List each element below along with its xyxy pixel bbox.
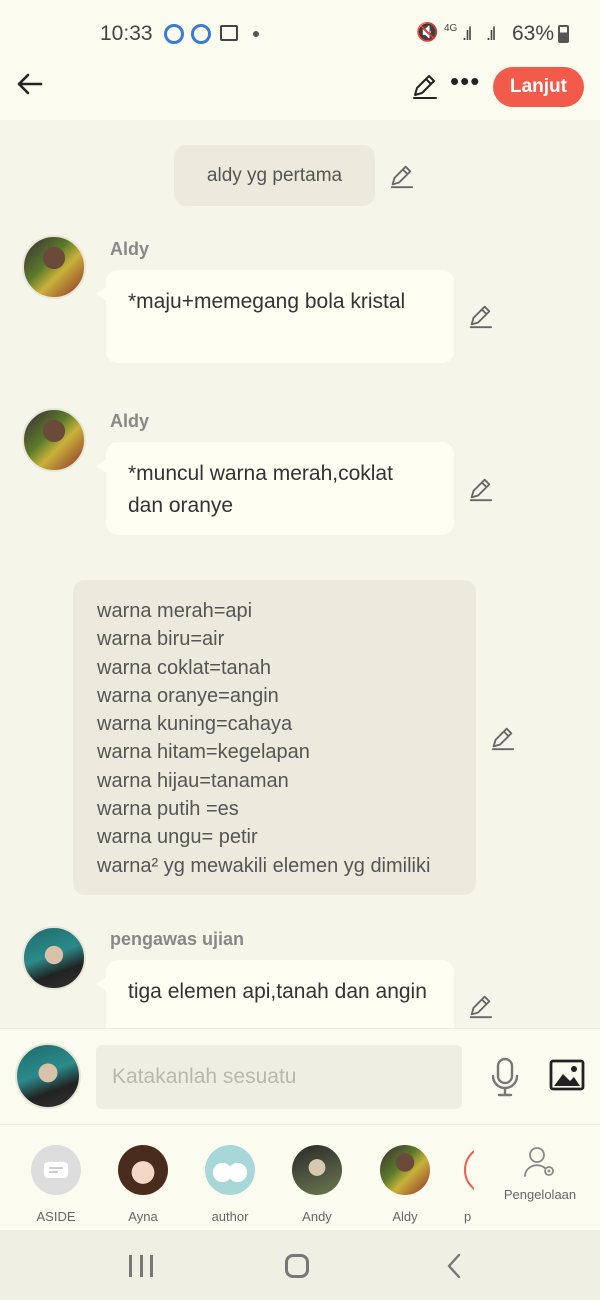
chat-bubble-icon: [44, 1162, 68, 1178]
manage-label: Pengelolaan: [503, 1187, 577, 1202]
microphone-svg: [491, 1057, 519, 1097]
app-notification-icon: [164, 24, 184, 44]
narration-line: warna² yg mewakili elemen yg dimiliki: [97, 854, 431, 877]
character-avatar: [380, 1145, 430, 1195]
top-bar: ••• Lanjut: [0, 62, 600, 120]
character-avatar: [292, 1145, 342, 1195]
narration-line: warna putih =es: [97, 798, 239, 821]
continue-button[interactable]: Lanjut: [493, 67, 584, 107]
narration-line: warna hitam=kegelapan: [97, 741, 310, 764]
tab-label: ASIDE: [36, 1209, 76, 1224]
tab-character[interactable]: p: [450, 1145, 474, 1224]
tab-character[interactable]: author: [190, 1145, 270, 1224]
mute-icon: 🔇: [416, 22, 439, 42]
narration-line: warna ungu= petir: [97, 826, 258, 849]
narration-bubble[interactable]: aldy yg pertama: [174, 145, 375, 206]
avatar[interactable]: [22, 235, 86, 299]
microphone-icon[interactable]: [489, 1057, 521, 1097]
pencil-svg: [413, 75, 437, 99]
app-notification-icon: [191, 24, 211, 44]
message-text: *maju+memegang bola kristal: [128, 290, 406, 313]
sender-name: Aldy: [110, 239, 150, 259]
gallery-notification-icon: [220, 25, 238, 41]
message-bubble[interactable]: tiga elemen api,tanah dan angin: [96, 960, 454, 1028]
character-tabs: ASIDE Ayna author Andy Aldy p Pengelolaa…: [0, 1124, 600, 1230]
narration-line: warna coklat=tanah: [97, 656, 272, 679]
edit-pencil-icon[interactable]: [410, 72, 438, 100]
home-icon[interactable]: [285, 1254, 309, 1278]
edit-pencil-icon[interactable]: [388, 163, 414, 189]
narration-bubble[interactable]: warna merah=api warna biru=air warna cok…: [73, 580, 476, 895]
tab-label: Ayna: [128, 1209, 158, 1224]
system-back-icon[interactable]: [444, 1252, 464, 1287]
tab-character[interactable]: Aldy: [365, 1145, 445, 1224]
message-bubble[interactable]: *maju+memegang bola kristal: [96, 270, 454, 363]
sender-name: pengawas ujian: [110, 929, 245, 949]
tab-label: Aldy: [392, 1209, 418, 1224]
tab-character[interactable]: Andy: [277, 1145, 357, 1224]
image-svg: [549, 1059, 585, 1091]
back-arrow-svg: [17, 73, 43, 95]
pencil-svg: [469, 478, 493, 502]
character-avatar: [118, 1145, 168, 1195]
more-notifications-dot-icon: [253, 31, 259, 37]
pencil-svg: [469, 305, 493, 329]
more-options-icon[interactable]: •••: [450, 66, 480, 97]
aside-icon: [31, 1145, 81, 1195]
signal-icon: .ıl: [462, 24, 472, 44]
edit-pencil-icon[interactable]: [467, 303, 493, 329]
avatar[interactable]: [22, 408, 86, 472]
tab-label: author: [211, 1209, 249, 1224]
edit-pencil-icon[interactable]: [467, 993, 493, 1019]
message-bubble[interactable]: *muncul warna merah,coklat dan oranye: [96, 442, 454, 535]
message-input[interactable]: [96, 1045, 462, 1109]
narration-line: warna biru=air: [97, 628, 225, 651]
recent-apps-icon[interactable]: [129, 1255, 153, 1277]
narration-line: warna oranye=angin: [97, 684, 279, 707]
tab-character[interactable]: Ayna: [103, 1145, 183, 1224]
pencil-svg: [491, 727, 515, 751]
character-avatar: [205, 1145, 255, 1195]
message-text: *muncul warna merah,coklat dan oranye: [128, 462, 393, 517]
narration-line: warna kuning=cahaya: [97, 713, 293, 736]
battery-icon: [558, 25, 569, 43]
image-icon[interactable]: [549, 1059, 585, 1091]
avatar[interactable]: [22, 926, 86, 990]
manage-button[interactable]: Pengelolaan: [488, 1145, 592, 1202]
edit-pencil-icon[interactable]: [467, 476, 493, 502]
system-nav-bar: [0, 1230, 600, 1300]
chat-area[interactable]: aldy yg pertama Aldy *maju+memegang bola…: [0, 120, 600, 1028]
person-settings-svg: [524, 1147, 554, 1177]
tab-label: p: [464, 1209, 472, 1224]
status-bar: 10:33 🔇 4G .ıl .ıl 63%: [0, 0, 600, 62]
edit-pencil-icon[interactable]: [489, 725, 515, 751]
tab-label: Andy: [302, 1209, 332, 1224]
character-avatar: [464, 1145, 474, 1195]
status-time: 10:33: [100, 22, 153, 45]
pencil-svg: [469, 995, 493, 1019]
pencil-svg: [390, 165, 414, 189]
chevron-left-svg: [447, 1253, 461, 1279]
sender-name: Aldy: [110, 411, 150, 431]
person-settings-icon: [523, 1145, 557, 1179]
narration-line: warna hijau=tanaman: [97, 769, 289, 792]
signal-icon: .ıl: [486, 24, 496, 44]
network-type-label: 4G: [444, 23, 458, 34]
back-arrow-icon[interactable]: [16, 70, 46, 100]
narration-line: warna merah=api: [97, 600, 253, 622]
character-select-avatar[interactable]: [15, 1043, 81, 1109]
input-bar: [0, 1028, 600, 1124]
tab-aside[interactable]: ASIDE: [16, 1145, 96, 1224]
message-text: tiga elemen api,tanah dan angin: [128, 980, 427, 1003]
battery-percent: 63%: [512, 22, 555, 45]
